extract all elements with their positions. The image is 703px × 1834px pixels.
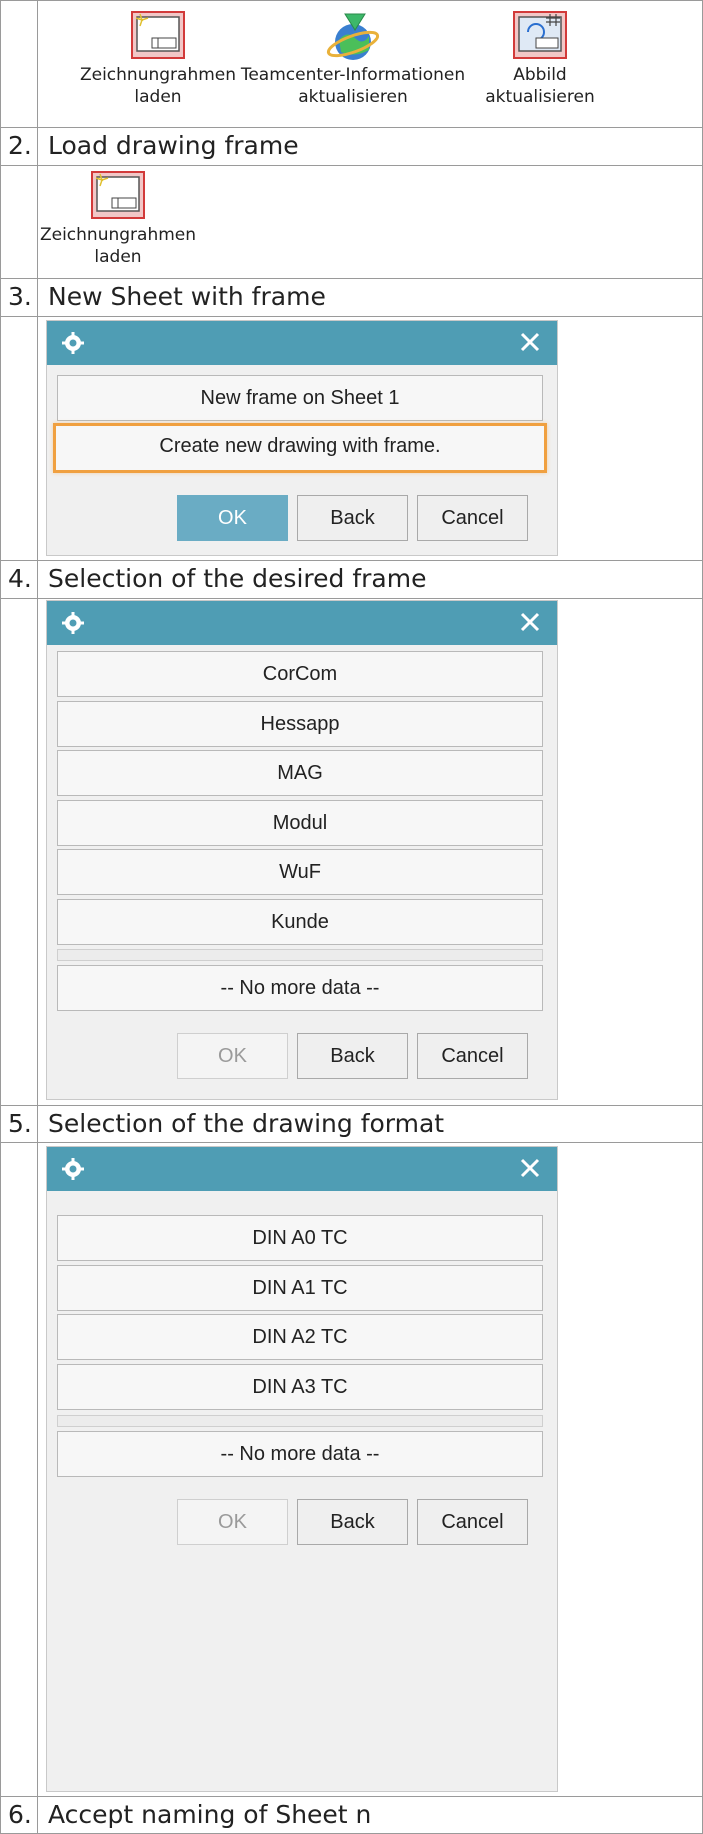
option-no-more-data: -- No more data -- [57, 1431, 543, 1477]
step-number: 4. [8, 564, 32, 593]
dialog-title-bar [47, 601, 557, 645]
frame-dialog: CorCom Hessapp MAG Modul WuF Kunde -- No… [46, 600, 558, 1100]
dialog-title-bar [47, 1147, 557, 1191]
button-label: laden [94, 247, 142, 267]
option-wuf[interactable]: WuF [57, 849, 543, 895]
cancel-button[interactable]: Cancel [417, 1033, 528, 1079]
load-frame-button[interactable]: Zeichnungrahmen laden [38, 170, 198, 268]
option-new-frame[interactable]: New frame on Sheet 1 [57, 375, 543, 421]
option-hessapp[interactable]: Hessapp [57, 701, 543, 747]
back-button[interactable]: Back [297, 1033, 408, 1079]
update-image-icon [513, 11, 567, 59]
step-number: 2. [8, 131, 32, 160]
list-separator [57, 1415, 543, 1427]
cancel-button[interactable]: Cancel [417, 495, 528, 541]
ribbon-label: Zeichnungrahmen [79, 65, 237, 85]
gear-icon[interactable] [61, 611, 85, 635]
sheet-dialog: New frame on Sheet 1 Create new drawing … [46, 320, 558, 556]
option-din-a3[interactable]: DIN A3 TC [57, 1364, 543, 1410]
step-number: 5. [8, 1109, 32, 1138]
gear-icon[interactable] [61, 331, 85, 355]
ok-button[interactable]: OK [177, 495, 288, 541]
ribbon-label: aktualisieren [485, 87, 595, 107]
step-title: New Sheet with frame [48, 282, 326, 311]
back-button[interactable]: Back [297, 495, 408, 541]
option-din-a2[interactable]: DIN A2 TC [57, 1314, 543, 1360]
close-icon[interactable] [517, 329, 543, 355]
dialog-title-bar [47, 321, 557, 365]
close-icon[interactable] [517, 609, 543, 635]
load-frame-ribbon-button[interactable]: Zeichnungrahmen laden [68, 10, 248, 108]
gear-icon[interactable] [61, 1157, 85, 1181]
teamcenter-globe-icon [326, 13, 380, 60]
option-kunde[interactable]: Kunde [57, 899, 543, 945]
option-create-drawing[interactable]: Create new drawing with frame. [53, 423, 547, 473]
ribbon-label: Abbild [513, 65, 567, 85]
close-icon[interactable] [517, 1155, 543, 1181]
ok-button[interactable]: OK [177, 1033, 288, 1079]
step-title: Selection of the drawing format [48, 1109, 445, 1138]
option-modul[interactable]: Modul [57, 800, 543, 846]
option-no-more-data: -- No more data -- [57, 965, 543, 1011]
step-number: 3. [8, 282, 32, 311]
update-image-ribbon-button[interactable]: Abbild aktualisieren [478, 10, 602, 108]
ok-button[interactable]: OK [177, 1499, 288, 1545]
cancel-button[interactable]: Cancel [417, 1499, 528, 1545]
ribbon-label: Teamcenter-Informationen [240, 65, 466, 85]
drawing-frame-icon [91, 171, 145, 219]
button-label: Zeichnungrahmen [39, 225, 197, 245]
option-din-a1[interactable]: DIN A1 TC [57, 1265, 543, 1311]
drawing-frame-icon [131, 11, 185, 59]
option-din-a0[interactable]: DIN A0 TC [57, 1215, 543, 1261]
update-teamcenter-ribbon-button[interactable]: Teamcenter-Informationen aktualisieren [238, 10, 468, 108]
format-dialog: DIN A0 TC DIN A1 TC DIN A2 TC DIN A3 TC … [46, 1146, 558, 1792]
list-separator [57, 949, 543, 961]
ribbon-label: aktualisieren [298, 87, 408, 107]
step-title: Selection of the desired frame [48, 564, 427, 593]
step-title: Load drawing frame [48, 131, 299, 160]
step-number: 6. [8, 1800, 32, 1829]
back-button[interactable]: Back [297, 1499, 408, 1545]
ribbon-label: laden [134, 87, 182, 107]
option-mag[interactable]: MAG [57, 750, 543, 796]
step-title: Accept naming of Sheet n [48, 1800, 372, 1829]
option-corcom[interactable]: CorCom [57, 651, 543, 697]
